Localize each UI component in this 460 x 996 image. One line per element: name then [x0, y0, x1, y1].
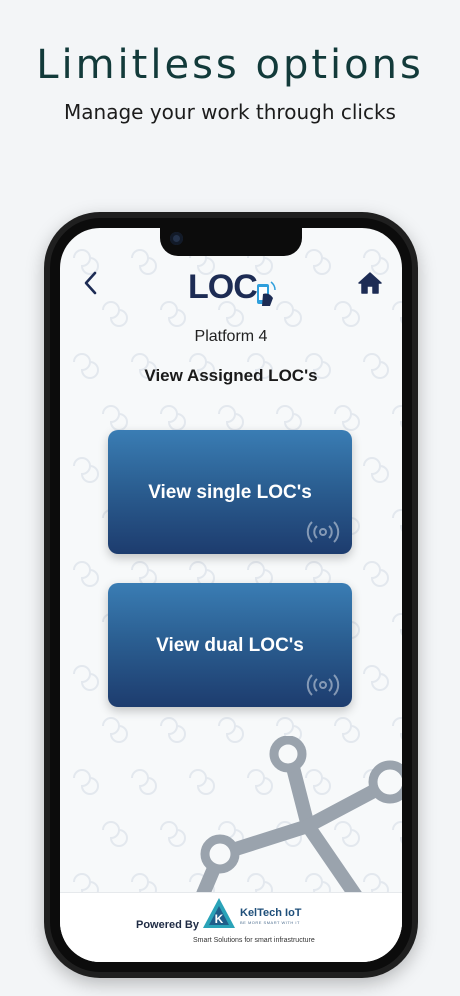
- button-label: View dual LOC's: [156, 635, 304, 656]
- chevron-left-icon: [84, 271, 97, 295]
- promo-subheadline: Manage your work through clicks: [64, 100, 396, 124]
- network-graphic: [191, 736, 402, 906]
- company-name: KelTech IoT: [240, 907, 302, 919]
- app-logo: LOC: [184, 264, 284, 316]
- company-slogan: BE MORE SMART WITH IT: [240, 920, 300, 925]
- logo-text: LOC: [188, 268, 258, 306]
- app-store-screenshot: Limitless options Manage your work throu…: [0, 0, 460, 996]
- company-tagline: Smart Solutions for smart infrastructure: [193, 937, 315, 944]
- back-button[interactable]: [78, 268, 102, 298]
- keltech-logo-icon: K: [203, 898, 235, 928]
- promo-headline: Limitless options: [36, 42, 424, 88]
- view-single-locs-button[interactable]: View single LOC's: [108, 430, 352, 554]
- powered-by-label: Powered By: [136, 919, 199, 931]
- home-icon: [358, 272, 382, 294]
- phone-frame: LOC Platform 4 View Assigned LOC's View …: [44, 212, 418, 978]
- view-dual-locs-button[interactable]: View dual LOC's: [108, 583, 352, 707]
- nfc-signal-icon: [306, 521, 340, 543]
- button-label: View single LOC's: [148, 482, 312, 503]
- phone-tap-icon: [257, 281, 276, 306]
- svg-text:K: K: [215, 912, 224, 926]
- nfc-signal-icon: [306, 674, 340, 696]
- home-button[interactable]: [356, 268, 384, 298]
- platform-label: Platform 4: [194, 328, 268, 345]
- powered-by-footer: Powered By K KelTech IoT BE MORE SMART W…: [60, 892, 402, 962]
- front-camera: [170, 232, 183, 245]
- app-screen: LOC Platform 4 View Assigned LOC's View …: [60, 228, 402, 962]
- page-title: View Assigned LOC's: [144, 366, 318, 385]
